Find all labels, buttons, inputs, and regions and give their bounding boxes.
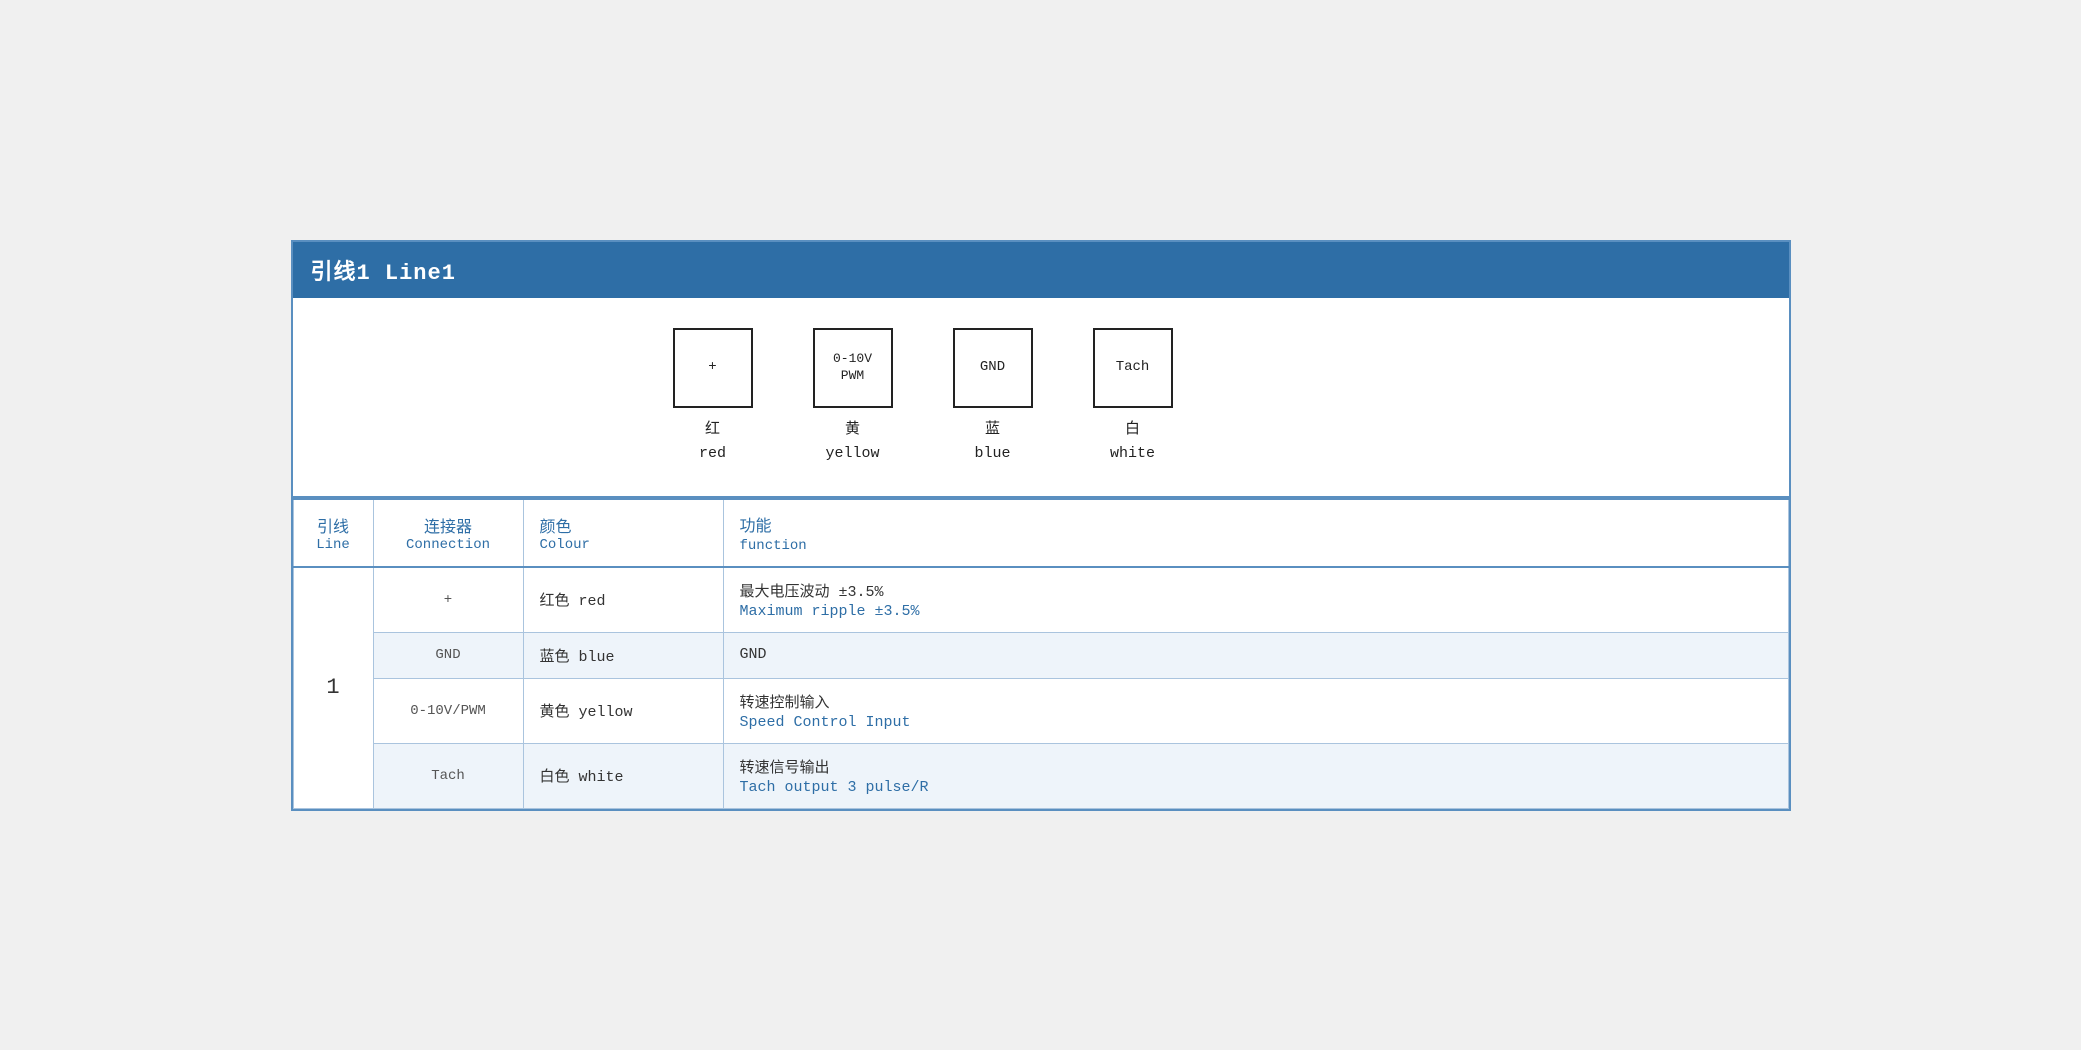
cell-func-ripple: 最大电压波动 ±3.5% Maximum ripple ±3.5% xyxy=(723,567,1788,633)
pin-pwm-label: 黄 yellow xyxy=(825,418,879,466)
diagram-pins: + 红 red 0-10VPWM 黄 yellow GND 蓝 blue xyxy=(673,328,1173,466)
pin-tach-en: white xyxy=(1110,445,1155,462)
cell-conn-pwm: 0-10V/PWM xyxy=(373,678,523,743)
pin-gnd-item: GND 蓝 blue xyxy=(953,328,1033,466)
cell-func-speed: 转速控制输入 Speed Control Input xyxy=(723,678,1788,743)
table-row: Tach 白色 white 转速信号输出 Tach output 3 pulse… xyxy=(293,743,1788,808)
pin-plus-zh: 红 xyxy=(705,421,720,438)
cell-line-1: 1 xyxy=(293,567,373,809)
data-table: 引线 Line 连接器 Connection 颜色 Colour 功能 func… xyxy=(293,498,1789,809)
pin-pwm-item: 0-10VPWM 黄 yellow xyxy=(813,328,893,466)
col-header-connection: 连接器 Connection xyxy=(373,499,523,567)
cell-conn-gnd: GND xyxy=(373,632,523,678)
pin-pwm-en: yellow xyxy=(825,445,879,462)
cell-colour-yellow: 黄色 yellow xyxy=(523,678,723,743)
pin-tach-box: Tach xyxy=(1093,328,1173,408)
pin-gnd-zh: 蓝 xyxy=(985,421,1000,438)
main-container: 引线1 Line1 + 红 red 0-10VPWM 黄 yellow xyxy=(291,240,1791,811)
col-header-colour: 颜色 Colour xyxy=(523,499,723,567)
header-title: 引线1 Line1 xyxy=(311,261,456,286)
pin-gnd-en: blue xyxy=(974,445,1010,462)
table-row: 1 + 红色 red 最大电压波动 ±3.5% Maximum ripple ±… xyxy=(293,567,1788,633)
cell-func-gnd: GND xyxy=(723,632,1788,678)
diagram-row: + 红 red 0-10VPWM 黄 yellow GND 蓝 blue xyxy=(293,298,1789,498)
cell-func-tach: 转速信号输出 Tach output 3 pulse/R xyxy=(723,743,1788,808)
cell-conn-plus: + xyxy=(373,567,523,633)
cell-conn-tach: Tach xyxy=(373,743,523,808)
pin-tach-item: Tach 白 white xyxy=(1093,328,1173,466)
table-header: 引线1 Line1 xyxy=(293,242,1789,298)
pin-plus-label: 红 red xyxy=(699,418,726,466)
cell-colour-blue: 蓝色 blue xyxy=(523,632,723,678)
pin-plus-box: + xyxy=(673,328,753,408)
pin-plus-en: red xyxy=(699,445,726,462)
pin-pwm-zh: 黄 xyxy=(845,421,860,438)
table-row: 0-10V/PWM 黄色 yellow 转速控制输入 Speed Control… xyxy=(293,678,1788,743)
pin-gnd-box: GND xyxy=(953,328,1033,408)
pin-pwm-box: 0-10VPWM xyxy=(813,328,893,408)
pin-tach-zh: 白 xyxy=(1125,421,1140,438)
col-header-function: 功能 function xyxy=(723,499,1788,567)
table-row: GND 蓝色 blue GND xyxy=(293,632,1788,678)
pin-tach-label: 白 white xyxy=(1110,418,1155,466)
cell-colour-white: 白色 white xyxy=(523,743,723,808)
table-header-row: 引线 Line 连接器 Connection 颜色 Colour 功能 func… xyxy=(293,499,1788,567)
cell-colour-red: 红色 red xyxy=(523,567,723,633)
col-header-line: 引线 Line xyxy=(293,499,373,567)
pin-gnd-label: 蓝 blue xyxy=(974,418,1010,466)
pin-plus-item: + 红 red xyxy=(673,328,753,466)
